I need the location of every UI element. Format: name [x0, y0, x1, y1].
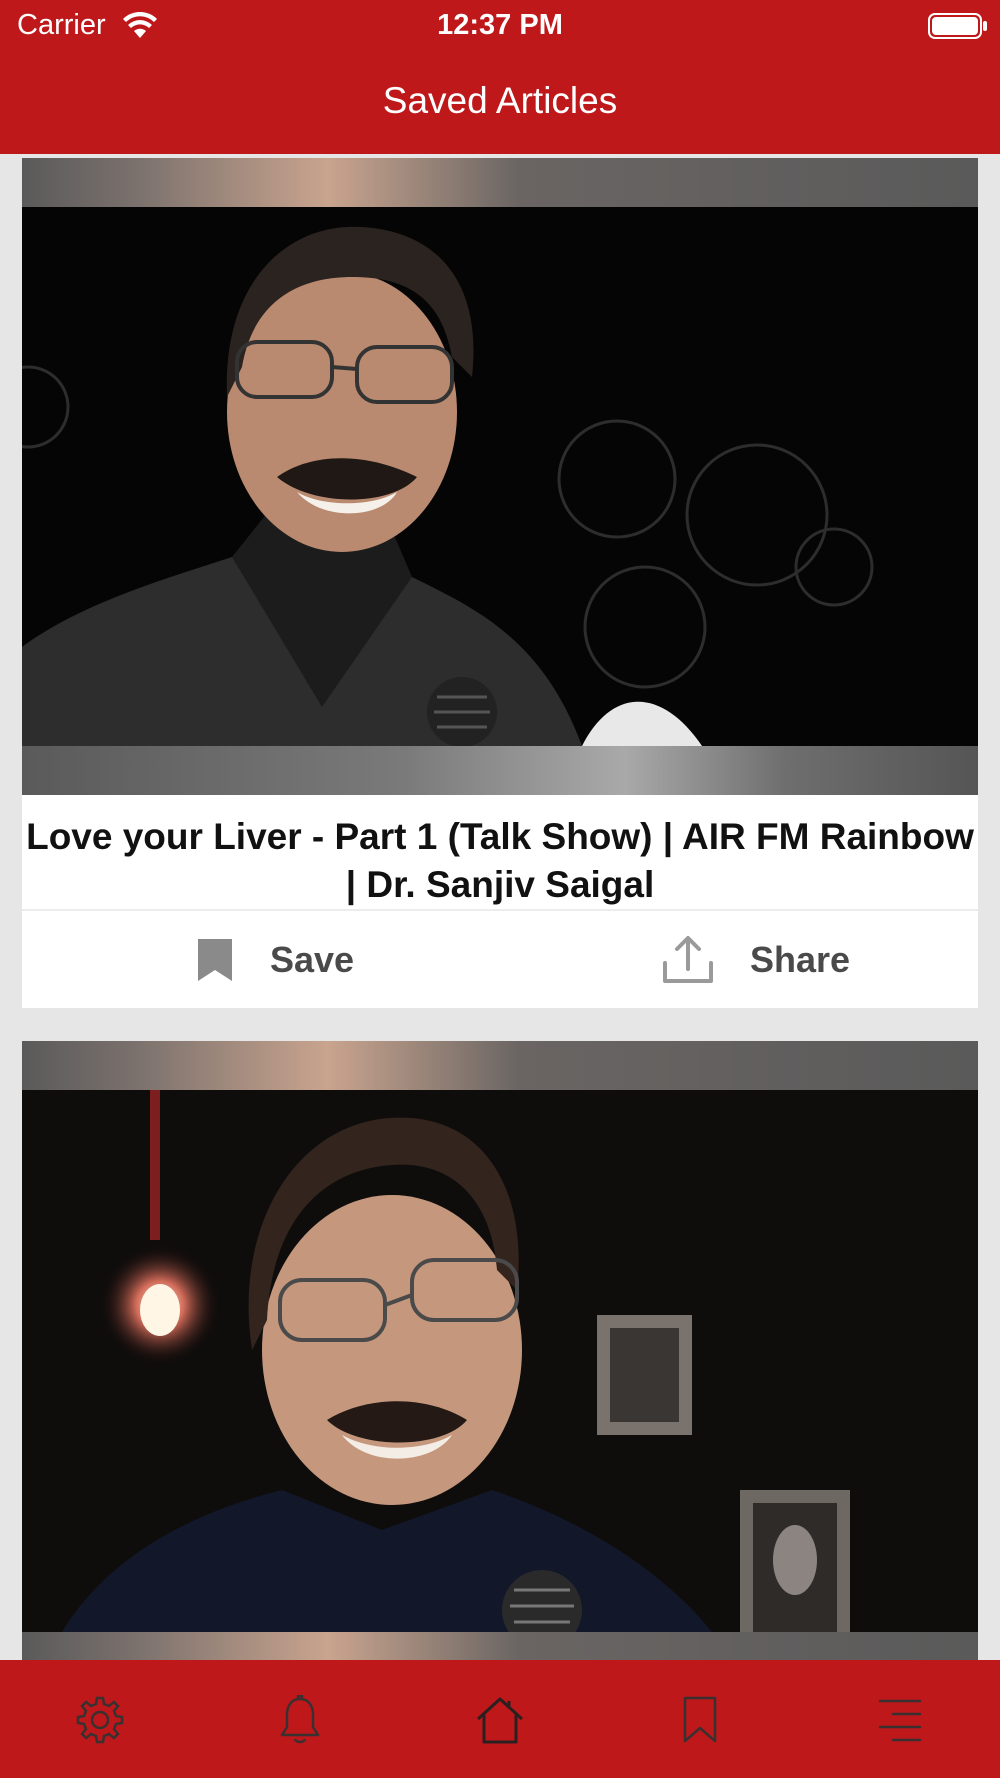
article-actions: Save Share [22, 911, 978, 1008]
save-label: Save [270, 938, 355, 980]
article-card[interactable] [22, 1041, 978, 1660]
tab-settings[interactable] [70, 1690, 130, 1750]
share-icon [663, 935, 713, 983]
gear-icon [76, 1696, 124, 1744]
tab-saved[interactable] [670, 1690, 730, 1750]
status-bar: Carrier 12:37 PM [0, 0, 1000, 52]
tab-menu[interactable] [870, 1690, 930, 1750]
battery-icon [928, 13, 987, 39]
article-thumbnail[interactable] [22, 1041, 978, 1660]
video-still-image [22, 1090, 978, 1632]
nav-bar: Saved Articles [0, 52, 1000, 154]
article-title[interactable]: Love your Liver - Part 1 (Talk Show) | A… [22, 795, 978, 909]
menu-icon [878, 1699, 922, 1742]
article-thumbnail[interactable] [22, 158, 978, 795]
tab-bar [0, 1660, 1000, 1778]
share-button[interactable]: Share [662, 911, 850, 1008]
video-still-image [22, 207, 978, 746]
thumbnail-band-bottom [22, 746, 978, 795]
article-feed[interactable]: Love your Liver - Part 1 (Talk Show) | A… [0, 154, 1000, 1660]
thumbnail-band-bottom [22, 1632, 978, 1660]
share-label: Share [750, 938, 851, 980]
thumbnail-band-top [22, 1041, 978, 1090]
thumbnail-band-top [22, 158, 978, 207]
home-icon [476, 1697, 524, 1744]
bookmark-icon [683, 1696, 717, 1743]
article-card[interactable]: Love your Liver - Part 1 (Talk Show) | A… [22, 158, 978, 1008]
bookmark-icon [198, 938, 232, 981]
page-title: Saved Articles [382, 80, 618, 121]
tab-home[interactable] [470, 1690, 530, 1750]
bell-icon [280, 1695, 320, 1744]
tab-notifications[interactable] [270, 1690, 330, 1750]
status-time: 12:37 PM [437, 9, 563, 41]
save-button[interactable]: Save [196, 911, 354, 1008]
